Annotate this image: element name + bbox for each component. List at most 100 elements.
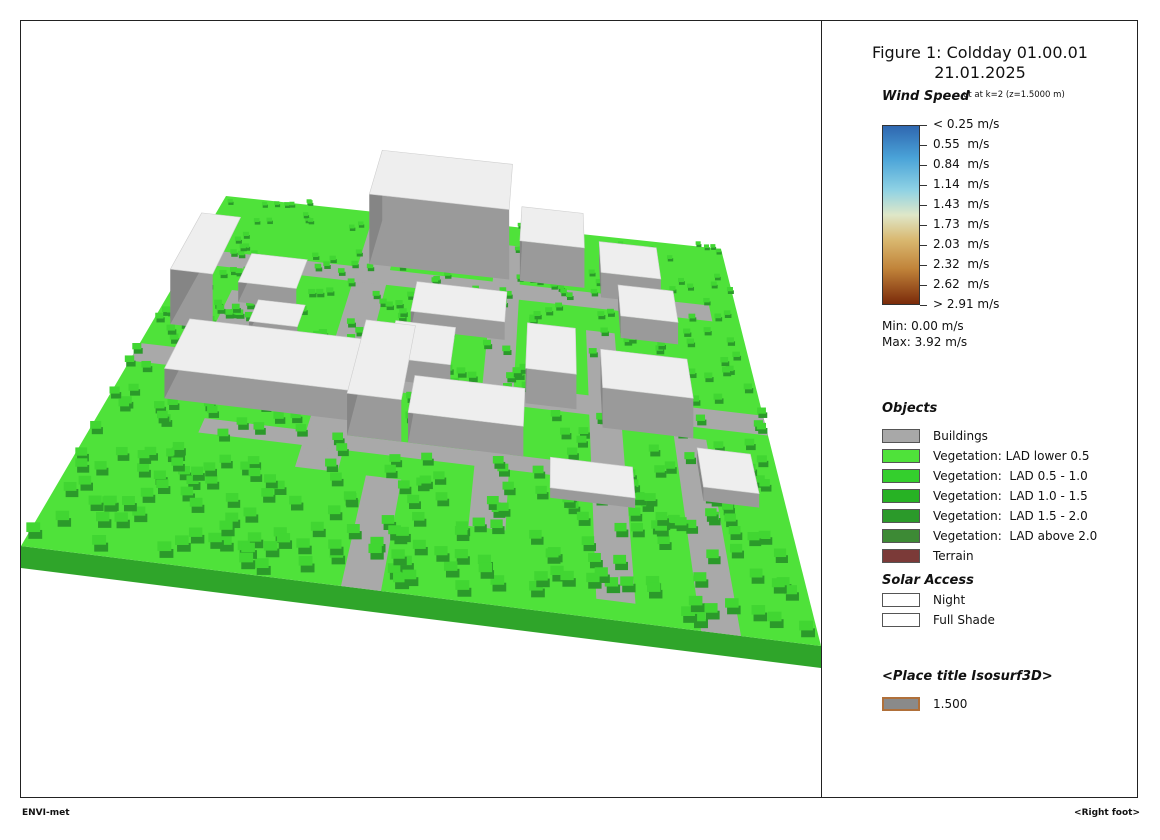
tree-top (302, 212, 309, 216)
tree-top (349, 224, 355, 229)
tree-top (399, 308, 407, 314)
tree-top (118, 399, 130, 407)
tree-top (326, 287, 334, 293)
tree-top (433, 471, 445, 480)
tree-top (560, 570, 574, 581)
tree-top (346, 524, 360, 534)
tree-top (713, 393, 723, 400)
tree-top (289, 495, 302, 505)
tree-top (157, 541, 172, 552)
map-3d-view[interactable] (21, 21, 821, 797)
tree-top (395, 300, 403, 306)
tree-top (391, 549, 405, 559)
tree-top (312, 252, 319, 258)
tree-top (431, 277, 439, 282)
tree-top (274, 201, 280, 205)
tree-top (234, 236, 242, 241)
wind-speed-color-scale (882, 125, 920, 305)
object-label: Vegetation: LAD 1.0 - 1.5 (933, 489, 1088, 503)
tree-top (613, 554, 627, 564)
tree-top (421, 452, 433, 461)
tree-top (219, 454, 232, 463)
tree-top (124, 355, 135, 363)
tree-top (566, 292, 573, 297)
tree-top (666, 255, 673, 259)
tree-top (310, 521, 324, 531)
tree-top (92, 535, 107, 545)
tree-top (307, 218, 314, 222)
tree-top (307, 200, 313, 204)
tree-top (412, 511, 425, 521)
wind-speed-heading: Wind Speed (882, 89, 970, 104)
tree-top (330, 472, 342, 481)
tree-top (26, 522, 41, 533)
tree-top (590, 288, 598, 294)
tree-top (545, 307, 553, 313)
object-swatch (882, 469, 920, 483)
tree-top (298, 555, 313, 566)
tree-top (207, 405, 218, 413)
tree-top (224, 309, 233, 315)
tree-top (346, 318, 355, 324)
tree-top (261, 201, 268, 206)
building-roof (598, 241, 662, 280)
tree-top (402, 569, 417, 580)
tree-top (724, 513, 736, 522)
tree-top (744, 438, 755, 446)
tree-top (216, 304, 225, 311)
tree-top (720, 357, 729, 363)
tree-top (767, 611, 782, 622)
tree-top (576, 511, 589, 521)
tree-top (203, 462, 216, 471)
object-swatch (882, 529, 920, 543)
tree-top (545, 548, 559, 558)
wind-speed-tick-label: 0.84 m/s (933, 157, 990, 171)
tree-top (407, 291, 415, 297)
tree-top (600, 327, 608, 333)
tree-top (327, 505, 341, 515)
tree-top (534, 571, 548, 581)
tree-top (588, 269, 595, 274)
tree-top (191, 466, 204, 475)
tree-top (172, 441, 185, 450)
tree-top (171, 457, 184, 466)
tree-top (264, 474, 276, 483)
tree-top (597, 311, 605, 317)
object-label: Vegetation: LAD above 2.0 (933, 529, 1098, 543)
tree-top (726, 286, 733, 292)
wind-speed-tick-label: 1.73 m/s (933, 217, 990, 231)
tree-top (706, 549, 719, 559)
tree-top (308, 288, 316, 294)
wind-speed-tick-label: 2.32 m/s (933, 257, 990, 271)
tree-top (455, 580, 470, 590)
tree-top (385, 301, 393, 307)
tree-top (703, 244, 710, 248)
tree-top (166, 324, 176, 331)
tree-top (664, 461, 676, 469)
tree-top (714, 273, 720, 278)
tree-top (683, 328, 691, 334)
legend-panel: Figure 1: Coldday 01.00.01 21.01.2025 Wi… (822, 21, 1138, 797)
tree-top (799, 620, 813, 631)
tree-top (533, 310, 541, 316)
tree-top (502, 481, 514, 490)
tree-top (560, 288, 567, 294)
tree-top (490, 519, 503, 529)
wind-speed-max: Max: 3.92 m/s (882, 335, 968, 349)
tree-top (478, 562, 493, 573)
tree-top (550, 409, 561, 417)
tree-top (578, 427, 589, 435)
footer-right: <Right foot> (1074, 808, 1140, 818)
tree-top (102, 496, 116, 506)
tree-top (248, 467, 261, 477)
tree-top (122, 496, 135, 506)
tree-top (132, 343, 142, 350)
objects-heading: Objects (882, 401, 938, 416)
tree-top (241, 542, 255, 553)
building-roof (617, 284, 679, 323)
building-wall (519, 240, 585, 288)
tree-top (325, 458, 337, 467)
tree-top (688, 313, 696, 319)
tree-top (644, 493, 656, 501)
tree-top (329, 255, 336, 261)
